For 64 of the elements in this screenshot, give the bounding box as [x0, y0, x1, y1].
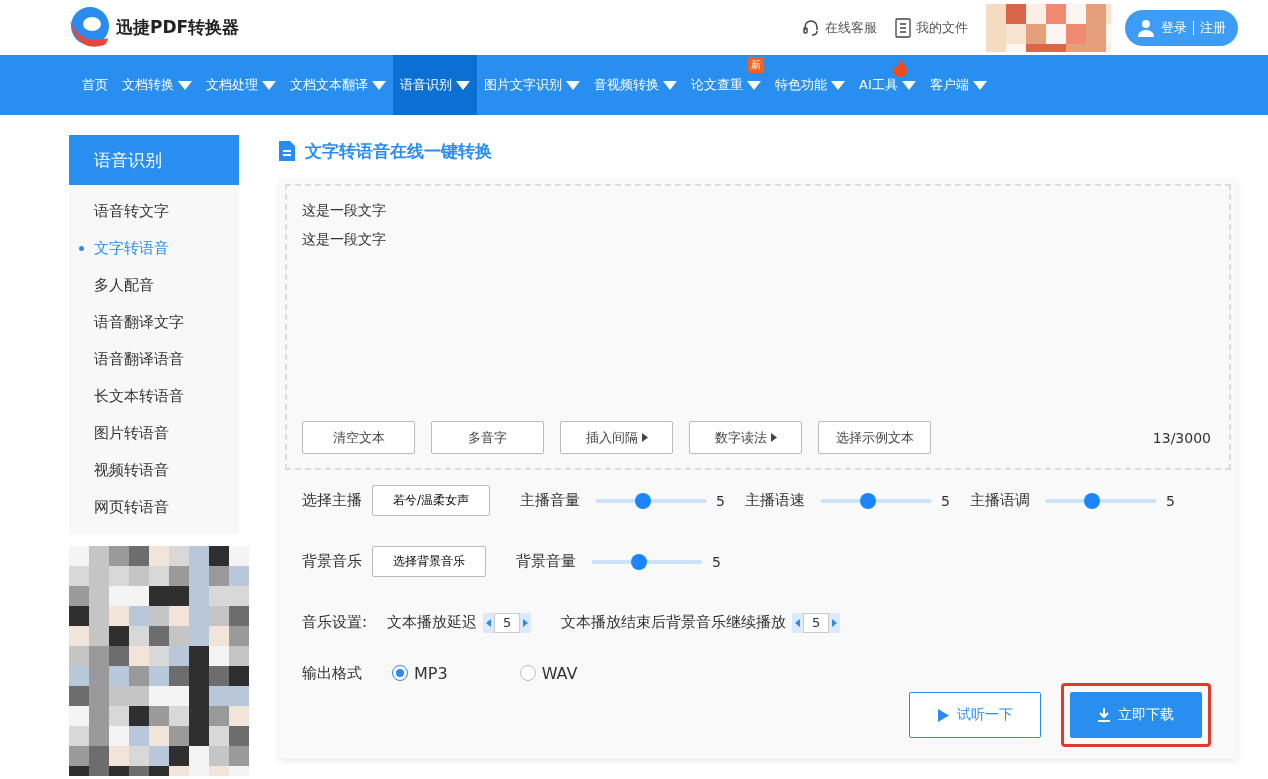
right-arrow-icon[interactable]	[523, 618, 529, 627]
header-link[interactable]: 在线客服	[802, 18, 877, 37]
right-arrow-icon[interactable]	[832, 618, 838, 627]
tool-button[interactable]: 清空文本	[302, 421, 415, 454]
document-icon	[895, 17, 911, 38]
number-stepper[interactable]: 5	[483, 612, 532, 633]
text-line: 这是一段文字	[302, 230, 386, 249]
slider-value: 5	[940, 492, 950, 509]
slider-value: 5	[712, 553, 721, 570]
tool-button[interactable]: 多音字	[431, 421, 544, 454]
nav-tab[interactable]: 语音识别	[393, 55, 477, 115]
logo-icon	[68, 5, 110, 50]
number-stepper[interactable]: 5	[792, 612, 841, 633]
slider-thumb[interactable]	[1084, 492, 1101, 509]
sidebar-item[interactable]: 网页转语音	[78, 489, 169, 526]
stepper-label: 文本播放结束后背景音乐继续播放	[561, 613, 787, 632]
preview-button[interactable]: 试听一下	[909, 692, 1041, 738]
character-count: 13/3000	[1152, 429, 1211, 446]
headset-icon	[802, 18, 820, 37]
radio-circle[interactable]	[519, 665, 536, 681]
sidebar-item[interactable]: 视频转语音	[78, 452, 169, 489]
tool-button[interactable]: 选择示例文本	[818, 421, 931, 454]
sidebar-item[interactable]: 语音转文字	[78, 193, 169, 230]
document-icon	[279, 141, 295, 161]
voice-select-button[interactable]: 若兮/温柔女声	[372, 485, 491, 516]
stepper-value: 5	[494, 612, 521, 633]
slider-value: 5	[716, 492, 725, 509]
sidebar-item[interactable]: 长文本转语音	[78, 378, 184, 415]
slider-thumb[interactable]	[630, 553, 647, 570]
new-badge: 新	[748, 57, 764, 73]
sidebar-item[interactable]: 语音翻译语音	[78, 341, 184, 378]
section-title: 文字转语音在线一键转换	[305, 139, 492, 163]
field-label: 背景音乐	[302, 552, 362, 571]
slider-label: 背景音量	[516, 552, 576, 571]
left-arrow-icon[interactable]	[795, 618, 801, 627]
slider-label: 主播语调	[969, 491, 1030, 510]
slider-value: 5	[1165, 492, 1175, 509]
play-icon	[937, 708, 949, 722]
music-select-button[interactable]: 选择背景音乐	[372, 546, 486, 577]
field-label: 选择主播	[302, 491, 362, 510]
tool-button[interactable]: 数字读法	[689, 421, 802, 454]
slider-label: 主播音量	[520, 491, 581, 510]
tool-button[interactable]: 插入间隔	[560, 421, 673, 454]
brand-name: 迅捷PDF转换器	[116, 16, 240, 39]
user-icon	[1137, 18, 1155, 37]
left-arrow-icon[interactable]	[486, 618, 492, 627]
sidebar-title: 语音识别	[69, 135, 239, 185]
header-link[interactable]: 我的文件	[895, 17, 968, 38]
format-radio[interactable]: WAV	[513, 662, 584, 684]
field-label: 输出格式	[302, 663, 362, 683]
stepper-value: 5	[803, 612, 830, 633]
slider-label: 主播语速	[744, 491, 805, 510]
sidebar-item[interactable]: 多人配音	[78, 267, 154, 304]
text-line: 这是一段文字	[302, 201, 386, 220]
download-icon	[1098, 708, 1110, 722]
stepper-label: 文本播放延迟	[387, 613, 478, 632]
field-label: 音乐设置:	[302, 613, 368, 632]
slider-thumb[interactable]	[634, 492, 651, 509]
text-input-field[interactable]: 这是一段文字 这是一段文字	[302, 196, 1214, 421]
radio-circle[interactable]	[392, 665, 408, 681]
sidebar-item[interactable]: 图片转语音	[78, 415, 169, 452]
slider-thumb[interactable]	[859, 492, 876, 509]
sidebar-item[interactable]: 语音翻译文字	[78, 304, 184, 341]
format-radio[interactable]: MP3	[386, 662, 454, 684]
